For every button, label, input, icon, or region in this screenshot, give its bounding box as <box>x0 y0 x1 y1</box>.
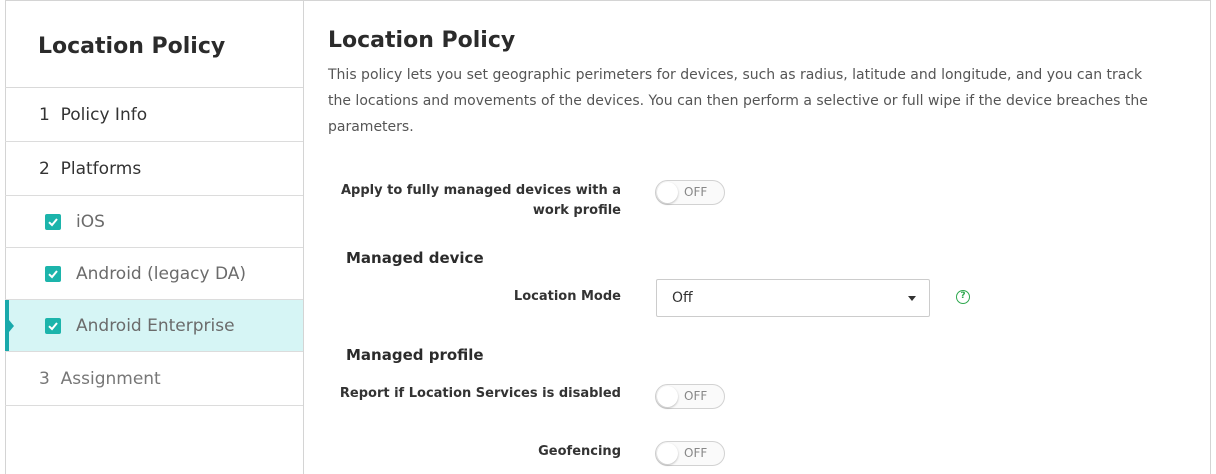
toggle-knob <box>657 182 678 203</box>
report-location-services-toggle[interactable]: OFF <box>655 384 725 409</box>
sidebar-step-policy-info[interactable]: 1 Policy Info <box>5 88 303 142</box>
policy-description: This policy lets you set geographic peri… <box>328 67 1148 135</box>
policy-form: Location Policy This policy lets you set… <box>304 0 1211 474</box>
sidebar-platform-label: iOS <box>76 211 105 232</box>
location-mode-label: Location Mode <box>513 289 621 304</box>
location-mode-select[interactable]: Off <box>656 279 930 317</box>
geofencing-label: Geofencing <box>538 444 621 459</box>
fully-managed-toggle[interactable]: OFF <box>655 180 725 205</box>
report-location-services-label: Report if Location Services is disabled <box>339 386 621 401</box>
toggle-state-label: OFF <box>684 185 708 199</box>
sidebar-platform-label: Android Enterprise <box>76 315 235 336</box>
toggle-knob <box>657 443 678 464</box>
sidebar-platform-ios[interactable]: iOS <box>5 196 303 248</box>
active-indicator-arrow-icon <box>9 319 14 332</box>
sidebar-platform-label: Android (legacy DA) <box>76 263 247 284</box>
sidebar-platform-android-legacy[interactable]: Android (legacy DA) <box>5 248 303 300</box>
sidebar-step-label: 1 Policy Info <box>39 104 148 125</box>
help-icon[interactable]: ? <box>956 290 970 304</box>
fully-managed-label: Apply to fully managed devices with a wo… <box>341 183 621 218</box>
toggle-state-label: OFF <box>684 446 708 460</box>
sidebar-title: Location Policy <box>5 0 303 88</box>
managed-device-heading: Managed device <box>346 249 484 267</box>
chevron-down-icon <box>908 296 916 301</box>
wizard-sidebar: Location Policy 1 Policy Info 2 Platform… <box>5 0 304 474</box>
toggle-knob <box>657 386 678 407</box>
managed-profile-heading: Managed profile <box>346 346 484 364</box>
geofencing-toggle[interactable]: OFF <box>655 441 725 466</box>
location-mode-value: Off <box>672 290 693 306</box>
sidebar-platform-android-enterprise[interactable]: Android Enterprise <box>5 300 303 352</box>
checkbox-checked-icon[interactable] <box>45 317 61 334</box>
checkbox-checked-icon[interactable] <box>45 265 61 282</box>
sidebar-step-platforms[interactable]: 2 Platforms <box>5 142 303 196</box>
checkbox-checked-icon[interactable] <box>45 213 61 230</box>
toggle-state-label: OFF <box>684 389 708 403</box>
sidebar-step-label: 3 Assignment <box>39 368 161 389</box>
sidebar-step-label: 2 Platforms <box>39 158 142 179</box>
sidebar-step-assignment[interactable]: 3 Assignment <box>5 352 303 406</box>
page-title: Location Policy <box>328 28 516 53</box>
